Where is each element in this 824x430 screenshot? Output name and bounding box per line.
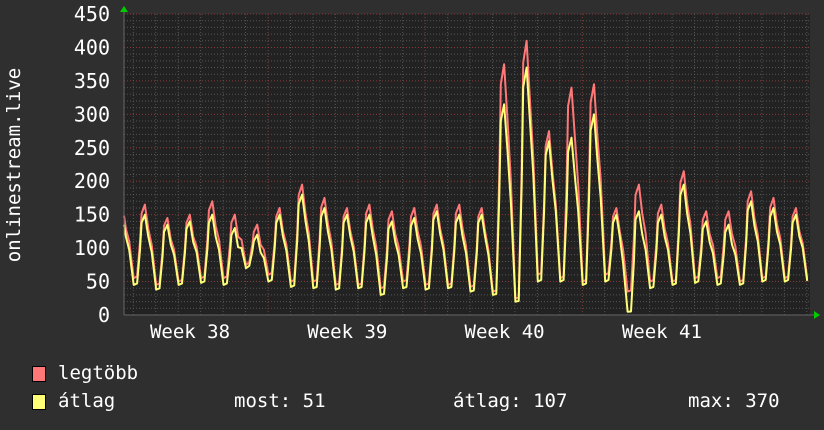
y-tick-label: 0: [98, 303, 110, 327]
x-tick-label: Week 38: [150, 321, 230, 343]
y-tick-label: 400: [74, 35, 110, 59]
y-tick-label: 200: [74, 169, 110, 193]
y-tick-label: 450: [74, 2, 110, 26]
legend-stat-max: max: 370: [688, 390, 780, 412]
y-tick-label: 150: [74, 203, 110, 227]
x-tick-label: Week 39: [307, 321, 387, 343]
y-tick-label: 350: [74, 69, 110, 93]
x-axis-arrow-icon: [814, 311, 820, 319]
legend-label-max: legtöbb: [58, 362, 139, 384]
y-axis-label: onlinestream.live: [3, 68, 25, 262]
legend-swatch-avg: [32, 394, 46, 410]
legend-stat-now: most: 51: [234, 390, 326, 412]
rrd-graph: 0 50 100 150 200 250 300 350 400 450 Week 38 Week 3…: [0, 0, 824, 430]
y-tick-label: 50: [86, 270, 110, 294]
x-tick-label: Week 41: [622, 321, 702, 343]
y-axis-arrow-icon: [120, 6, 128, 12]
x-tick-label: Week 40: [465, 321, 545, 343]
y-tick-label: 100: [74, 236, 110, 260]
y-tick-label: 300: [74, 102, 110, 126]
legend-stat-avg: átlag: 107: [453, 390, 568, 412]
legend-swatch-max: [32, 366, 46, 382]
legend-label-avg: átlag: [58, 390, 116, 412]
y-tick-label: 250: [74, 136, 110, 160]
